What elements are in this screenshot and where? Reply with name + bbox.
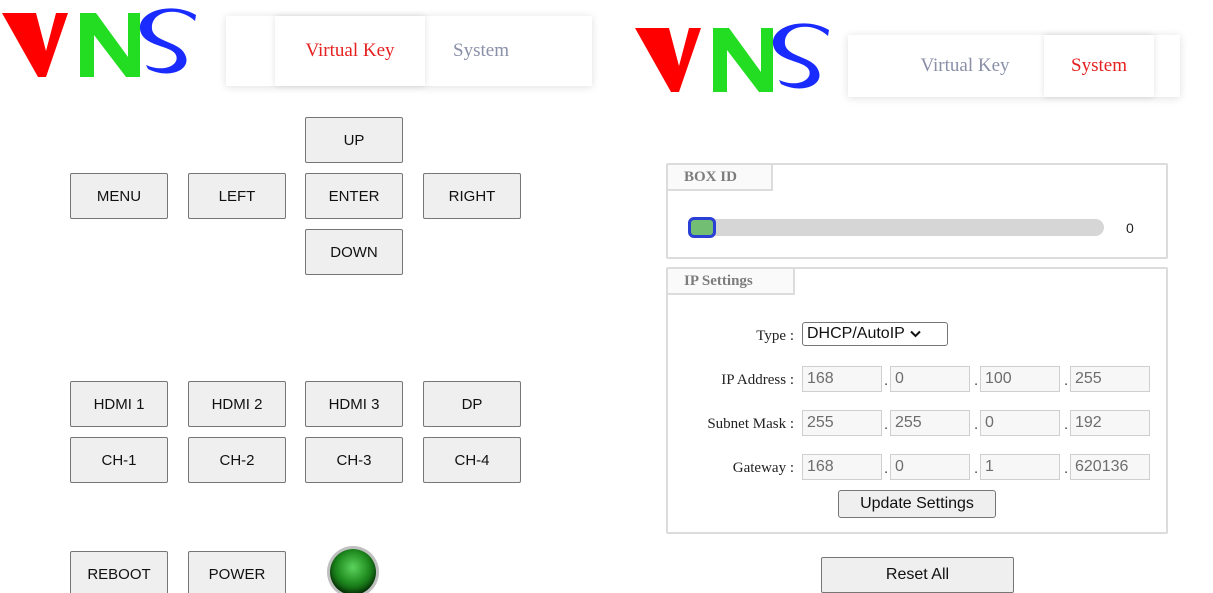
type-label: Type :	[756, 328, 794, 344]
octet-separator: .	[974, 460, 979, 477]
octet-separator: .	[1064, 416, 1069, 433]
right-button[interactable]: RIGHT	[423, 173, 521, 219]
ip-address-octet-2[interactable]	[890, 366, 970, 392]
octet-separator: .	[884, 416, 889, 433]
update-settings-button[interactable]: Update Settings	[838, 490, 996, 518]
hdmi3-button[interactable]: HDMI 3	[305, 381, 403, 427]
down-button[interactable]: DOWN	[305, 229, 403, 275]
menu-button[interactable]: MENU	[70, 173, 168, 219]
tab-virtual-key[interactable]: Virtual Key	[886, 35, 1044, 97]
subnet-mask-octet-3[interactable]	[980, 410, 1060, 436]
octet-separator: .	[884, 460, 889, 477]
gateway-octet-3[interactable]	[980, 454, 1060, 480]
ch1-button[interactable]: CH-1	[70, 437, 168, 483]
hdmi1-button[interactable]: HDMI 1	[70, 381, 168, 427]
subnet-mask-octet-1[interactable]	[802, 410, 882, 436]
octet-separator: .	[884, 372, 889, 389]
subnet-mask-octet-4[interactable]	[1070, 410, 1150, 436]
tab-system[interactable]: System	[425, 16, 537, 86]
box-id-legend: BOX ID	[668, 165, 773, 191]
gateway-label: Gateway :	[732, 460, 794, 476]
box-id-group: BOX ID 0	[666, 163, 1168, 259]
gateway-octet-1[interactable]	[802, 454, 882, 480]
octet-separator: .	[974, 416, 979, 433]
up-button[interactable]: UP	[305, 117, 403, 163]
vns-logo	[635, 23, 829, 92]
enter-button[interactable]: ENTER	[305, 173, 403, 219]
tab-virtual-key[interactable]: Virtual Key	[275, 16, 425, 86]
octet-separator: .	[1064, 460, 1069, 477]
ch4-button[interactable]: CH-4	[423, 437, 521, 483]
reset-all-button[interactable]: Reset All	[821, 557, 1014, 593]
box-id-value: 0	[1126, 220, 1134, 236]
octet-separator: .	[974, 372, 979, 389]
power-status-led	[330, 549, 376, 593]
reboot-button[interactable]: REBOOT	[70, 551, 168, 593]
subnet-mask-label: Subnet Mask :	[707, 416, 794, 432]
box-id-slider-track[interactable]	[688, 219, 1104, 236]
ch2-button[interactable]: CH-2	[188, 437, 286, 483]
ip-address-label: IP Address :	[721, 372, 794, 388]
octet-separator: .	[1064, 372, 1069, 389]
type-select[interactable]: DHCP/AutoIP	[802, 322, 948, 346]
gateway-octet-2[interactable]	[890, 454, 970, 480]
tab-system[interactable]: System	[1044, 35, 1154, 97]
ip-address-octet-4[interactable]	[1070, 366, 1150, 392]
vns-logo	[2, 8, 196, 77]
subnet-mask-octet-2[interactable]	[890, 410, 970, 436]
ch3-button[interactable]: CH-3	[305, 437, 403, 483]
power-button[interactable]: POWER	[188, 551, 286, 593]
ip-settings-legend: IP Settings	[668, 269, 795, 295]
type-select-value: DHCP/AutoIP	[807, 325, 905, 342]
main-nav: Virtual Key System	[226, 16, 592, 86]
system-nav: Virtual Key System	[848, 35, 1180, 97]
ip-address-octet-3[interactable]	[980, 366, 1060, 392]
ip-address-octet-1[interactable]	[802, 366, 882, 392]
box-id-slider-thumb[interactable]	[688, 217, 716, 238]
gateway-octet-4[interactable]	[1070, 454, 1150, 480]
chevron-down-icon	[910, 330, 921, 338]
hdmi2-button[interactable]: HDMI 2	[188, 381, 286, 427]
dp-button[interactable]: DP	[423, 381, 521, 427]
left-button[interactable]: LEFT	[188, 173, 286, 219]
